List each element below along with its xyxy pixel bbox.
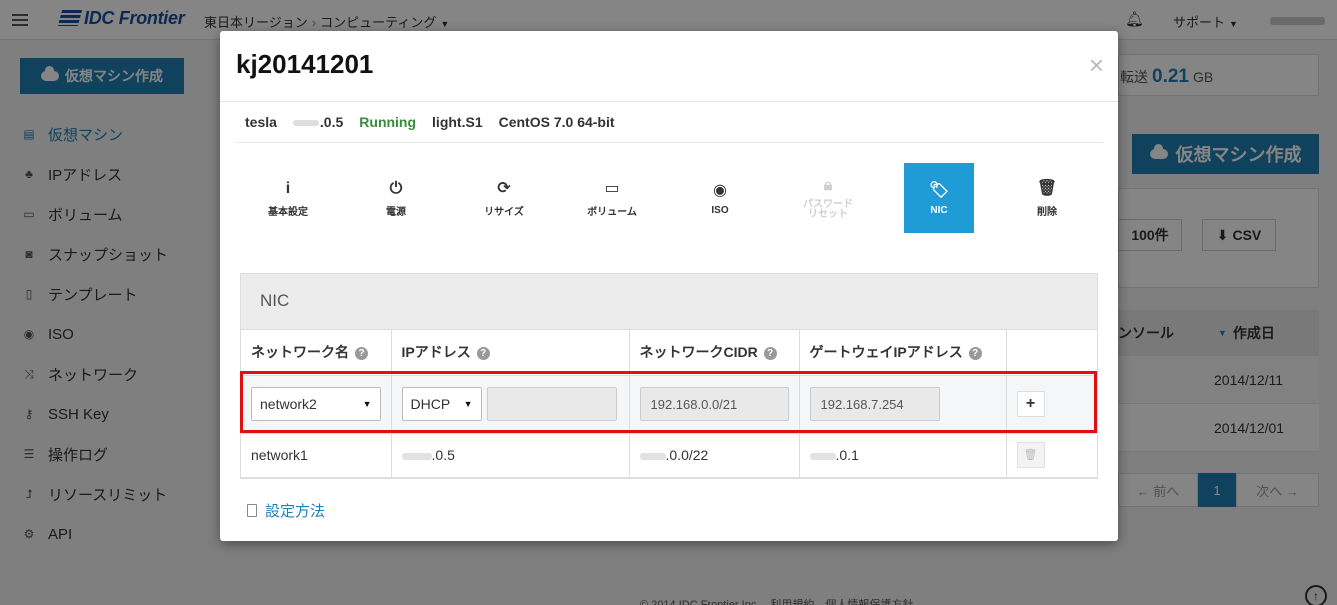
nic-panel: NIC ネットワーク名? IPアドレス? ネットワークCIDR? ゲートウェイI… [240, 273, 1098, 479]
column-header-ip: IPアドレス? [391, 330, 630, 376]
column-header-gateway: ゲートウェイIPアドレス? [799, 330, 1007, 376]
vm-ip: .0.5 [292, 114, 343, 130]
divider [235, 142, 1103, 143]
nic-network-name: network1 [241, 433, 392, 478]
nic-table: ネットワーク名? IPアドレス? ネットワークCIDR? ゲートウェイIPアドレ… [241, 330, 1097, 478]
add-nic-button[interactable]: + [1016, 391, 1045, 417]
tab-delete[interactable]: 🗑︎ 削除 [1012, 163, 1082, 233]
vm-zone: tesla [245, 114, 277, 130]
tab-power[interactable]: ⏻ 電源 [361, 163, 431, 233]
help-icon[interactable]: ? [763, 347, 777, 361]
vm-status: Running [359, 114, 417, 130]
chevron-down-icon: ▼ [463, 399, 473, 409]
network-select[interactable]: network2 ▼ [251, 387, 381, 421]
vm-action-tabs: i 基本設定 ⏻ 電源 ⟳ リサイズ ▭ ボリューム ◉ ISO 🔒︎ パスワードリセット … [238, 163, 1100, 233]
info-icon: i [285, 179, 291, 197]
nic-gateway: .0.1 [799, 433, 1007, 478]
file-icon [247, 504, 257, 517]
help-icon[interactable]: ? [968, 347, 982, 361]
gateway-field: 192.168.7.254 [809, 387, 940, 421]
vm-summary: tesla .0.5 Running light.S1 CentOS 7.0 6… [245, 114, 615, 130]
nic-table-header: ネットワーク名? IPアドレス? ネットワークCIDR? ゲートウェイIPアドレ… [241, 330, 1097, 376]
tab-resize[interactable]: ⟳ リサイズ [469, 163, 539, 233]
tab-iso[interactable]: ◉ ISO [685, 163, 755, 233]
column-header-cidr: ネットワークCIDR? [629, 330, 800, 376]
tag-icon: 🏷︎ [928, 181, 950, 199]
ip-address-input[interactable] [486, 387, 617, 421]
column-header-actions [1006, 330, 1097, 376]
vm-plan: light.S1 [432, 114, 483, 130]
tab-volume[interactable]: ▭ ボリューム [577, 163, 647, 233]
close-icon[interactable]: × [1089, 52, 1104, 78]
column-header-network: ネットワーク名? [241, 330, 392, 376]
nic-panel-heading: NIC [241, 274, 1097, 330]
nic-cidr: .0.0/22 [629, 433, 800, 478]
drive-icon: ▭ [604, 179, 620, 197]
nic-ip: .0.5 [391, 433, 630, 478]
help-icon[interactable]: ? [355, 347, 368, 361]
howto-link[interactable]: 設定方法 [247, 500, 325, 521]
tab-password-reset: 🔒︎ パスワードリセット [803, 177, 853, 220]
tab-nic[interactable]: 🏷︎ NIC [904, 163, 974, 233]
modal-header: kj20141201 × [220, 31, 1118, 102]
power-icon: ⏻ [389, 179, 403, 197]
tab-basic-settings[interactable]: i 基本設定 [253, 163, 323, 233]
trash-icon: 🗑︎ [1036, 179, 1058, 197]
trash-icon: 🗑︎ [1016, 442, 1045, 468]
help-icon[interactable]: ? [476, 347, 490, 361]
vm-os: CentOS 7.0 64-bit [498, 114, 615, 130]
nic-add-row: network2 ▼ DHCP ▼ 192.168.0.0/21 192.168.7… [241, 375, 1097, 434]
modal-title: kj20141201 [236, 49, 374, 79]
refresh-icon: ⟳ [497, 179, 511, 197]
lock-icon: 🔒︎ [823, 177, 833, 194]
chevron-down-icon: ▼ [362, 399, 372, 409]
ip-mode-select[interactable]: DHCP ▼ [401, 387, 482, 421]
cidr-field: 192.168.0.0/21 [639, 387, 789, 421]
vm-detail-modal: kj20141201 × tesla .0.5 Running light.S1… [220, 31, 1118, 541]
table-row: network1 .0.5 .0.0/22 .0.1 🗑︎ [241, 433, 1097, 478]
disc-icon: ◉ [713, 181, 727, 199]
